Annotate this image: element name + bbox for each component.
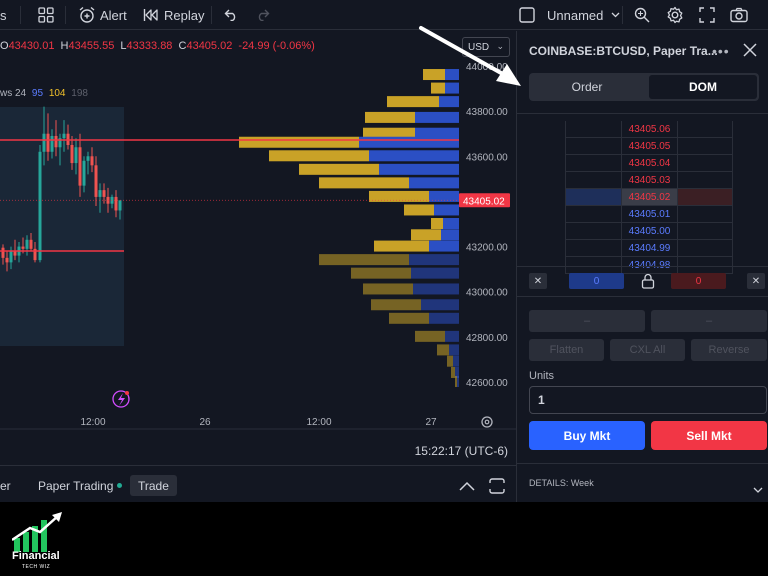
logo-tagline: TECH WIZ bbox=[22, 564, 51, 570]
brand-logo: Financial TECH WIZ bbox=[0, 502, 768, 576]
growth-chart-logo-icon bbox=[12, 512, 62, 552]
trading-app: s Alert Replay Unnamed 44000.00 43800.00… bbox=[0, 0, 768, 502]
logo-name: Financial bbox=[12, 550, 60, 562]
annotation-arrow bbox=[419, 26, 521, 86]
